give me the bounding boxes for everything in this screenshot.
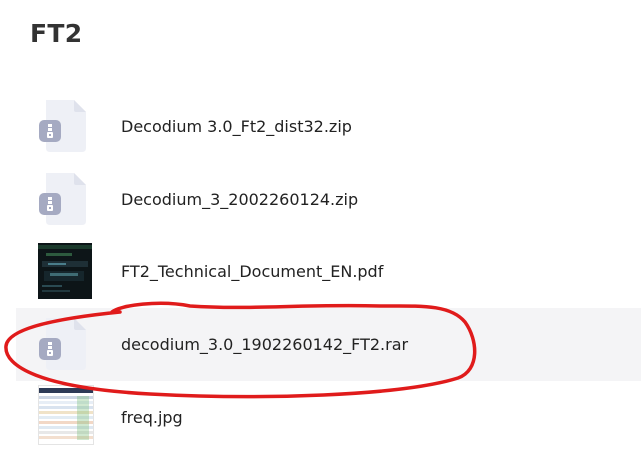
file-name: decodium_3.0_1902260142_FT2.rar <box>121 335 409 354</box>
archive-icon <box>39 100 86 152</box>
file-row[interactable]: Decodium_3_2002260124.zip <box>16 163 641 236</box>
file-row[interactable]: freq.jpg <box>16 381 641 454</box>
archive-icon <box>39 318 86 370</box>
image-thumbnail <box>38 385 94 445</box>
file-row-selected[interactable]: decodium_3.0_1902260142_FT2.rar <box>16 308 641 381</box>
file-row[interactable]: FT2_Technical_Document_EN.pdf <box>16 235 641 308</box>
file-row[interactable]: Decodium 3.0_Ft2_dist32.zip <box>16 90 641 163</box>
file-name: Decodium 3.0_Ft2_dist32.zip <box>121 117 352 136</box>
archive-icon <box>39 173 86 225</box>
file-name: Decodium_3_2002260124.zip <box>121 190 359 209</box>
file-name: freq.jpg <box>121 408 183 427</box>
pdf-thumbnail <box>38 243 92 299</box>
folder-title: FT2 <box>30 19 83 48</box>
file-name: FT2_Technical_Document_EN.pdf <box>121 262 384 281</box>
